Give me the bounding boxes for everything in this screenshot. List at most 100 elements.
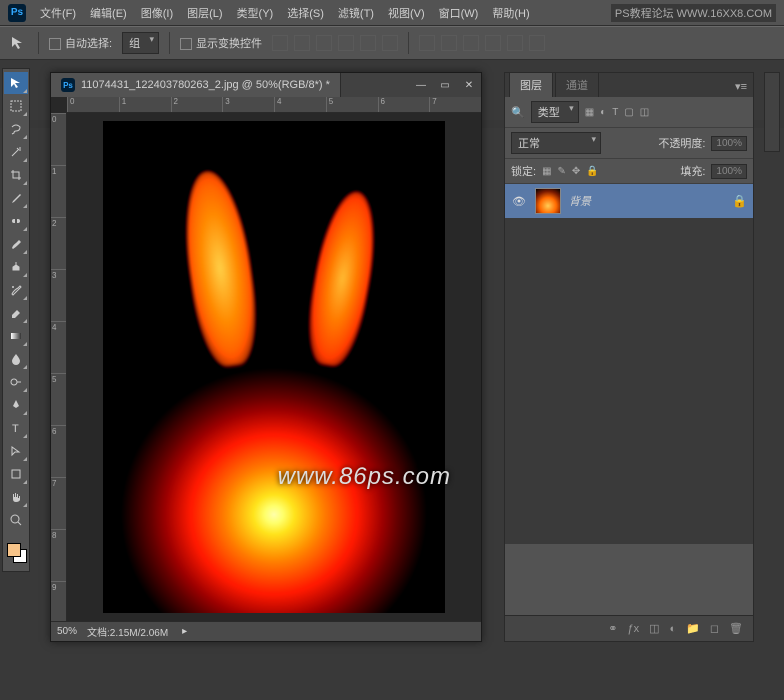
flame-artwork xyxy=(103,121,445,613)
align-icon[interactable] xyxy=(382,35,398,51)
tab-channels[interactable]: 通道 xyxy=(555,72,599,97)
menu-filter[interactable]: 滤镜(T) xyxy=(338,5,374,21)
close-icon[interactable]: ✕ xyxy=(457,75,481,95)
zoom-tool[interactable] xyxy=(4,509,28,531)
group-icon[interactable]: 📁 xyxy=(686,622,700,635)
menu-edit[interactable]: 编辑(E) xyxy=(90,5,127,21)
zoom-level[interactable]: 50% xyxy=(57,626,77,637)
align-buttons xyxy=(272,35,398,51)
fill-value[interactable]: 100% xyxy=(711,164,747,179)
type-tool[interactable]: T xyxy=(4,417,28,439)
visibility-icon[interactable]: 👁 xyxy=(511,195,527,208)
collapsed-panels[interactable] xyxy=(764,72,780,152)
layer-filter-row: 🔍 类型 ▦ ◐ T ▢ ◫ xyxy=(505,97,753,128)
healing-tool[interactable] xyxy=(4,210,28,232)
work-area: T Ps 11074431_122403780263_2.jpg @ 50%(R… xyxy=(0,60,784,700)
options-bar: 自动选择: 组 显示变换控件 xyxy=(0,26,784,60)
lock-label: 锁定: xyxy=(511,163,536,179)
blur-tool[interactable] xyxy=(4,348,28,370)
layer-list: 👁 背景 🔒 xyxy=(505,184,753,544)
chevron-right-icon[interactable]: ▸ xyxy=(182,626,187,637)
dodge-tool[interactable] xyxy=(4,371,28,393)
link-layers-icon[interactable]: ⚭ xyxy=(608,622,617,635)
menu-window[interactable]: 窗口(W) xyxy=(439,5,479,21)
move-tool[interactable] xyxy=(4,72,28,94)
filter-type-icon[interactable]: T xyxy=(612,107,618,118)
hand-tool[interactable] xyxy=(4,486,28,508)
minimize-icon[interactable]: — xyxy=(409,75,433,95)
distribute-icon[interactable] xyxy=(507,35,523,51)
menu-view[interactable]: 视图(V) xyxy=(388,5,425,21)
marquee-tool[interactable] xyxy=(4,95,28,117)
menu-select[interactable]: 选择(S) xyxy=(287,5,324,21)
menu-image[interactable]: 图像(I) xyxy=(141,5,173,21)
auto-select-dropdown[interactable]: 组 xyxy=(122,32,159,54)
filter-pixel-icon[interactable]: ▦ xyxy=(585,107,594,118)
distribute-icon[interactable] xyxy=(419,35,435,51)
delete-layer-icon[interactable]: 🗑 xyxy=(729,622,743,635)
shape-tool[interactable] xyxy=(4,463,28,485)
pen-tool[interactable] xyxy=(4,394,28,416)
align-icon[interactable] xyxy=(360,35,376,51)
filter-kind-dropdown[interactable]: 类型 xyxy=(531,101,579,123)
ruler-horizontal: 01234567 xyxy=(67,97,481,113)
crop-tool[interactable] xyxy=(4,164,28,186)
ruler-vertical: 0123456789 xyxy=(51,113,67,621)
opacity-value[interactable]: 100% xyxy=(711,136,747,151)
layer-name[interactable]: 背景 xyxy=(569,193,591,209)
lock-transparent-icon[interactable]: ▦ xyxy=(542,166,551,177)
panel-footer: ⚭ ƒx ◫ ◐ 📁 ◻ 🗑 xyxy=(505,615,753,641)
image-content xyxy=(103,121,445,613)
layer-row[interactable]: 👁 背景 🔒 xyxy=(505,184,753,218)
lock-all-icon[interactable]: 🔒 xyxy=(586,166,598,177)
lock-pixels-icon[interactable]: ✎ xyxy=(558,166,566,177)
new-layer-icon[interactable]: ◻ xyxy=(710,622,719,635)
lasso-tool[interactable] xyxy=(4,118,28,140)
tab-layers[interactable]: 图层 xyxy=(509,72,553,97)
lock-icon: 🔒 xyxy=(732,194,747,208)
distribute-icon[interactable] xyxy=(529,35,545,51)
filter-smart-icon[interactable]: ◫ xyxy=(640,107,649,118)
distribute-icon[interactable] xyxy=(485,35,501,51)
blend-mode-dropdown[interactable]: 正常 xyxy=(511,132,601,154)
tools-panel: T xyxy=(2,68,30,572)
doc-tab[interactable]: Ps 11074431_122403780263_2.jpg @ 50%(RGB… xyxy=(51,73,341,97)
history-brush-tool[interactable] xyxy=(4,279,28,301)
document-window: Ps 11074431_122403780263_2.jpg @ 50%(RGB… xyxy=(50,72,482,642)
lock-position-icon[interactable]: ✥ xyxy=(572,166,580,177)
align-icon[interactable] xyxy=(338,35,354,51)
auto-select-checkbox[interactable]: 自动选择: xyxy=(49,35,112,51)
adjustment-layer-icon[interactable]: ◐ xyxy=(670,623,677,635)
menu-file[interactable]: 文件(F) xyxy=(40,5,76,21)
maximize-icon[interactable]: ▭ xyxy=(433,75,457,95)
layer-fx-icon[interactable]: ƒx xyxy=(628,623,640,635)
eyedropper-tool[interactable] xyxy=(4,187,28,209)
layer-thumbnail[interactable] xyxy=(535,188,561,214)
filter-shape-icon[interactable]: ▢ xyxy=(624,107,633,118)
menu-help[interactable]: 帮助(H) xyxy=(492,5,529,21)
magic-wand-tool[interactable] xyxy=(4,141,28,163)
gradient-tool[interactable] xyxy=(4,325,28,347)
align-icon[interactable] xyxy=(316,35,332,51)
layer-mask-icon[interactable]: ◫ xyxy=(649,622,659,635)
menu-layer[interactable]: 图层(L) xyxy=(187,5,222,21)
menu-type[interactable]: 类型(Y) xyxy=(237,5,274,21)
distribute-icon[interactable] xyxy=(463,35,479,51)
path-select-tool[interactable] xyxy=(4,440,28,462)
align-icon[interactable] xyxy=(294,35,310,51)
fg-color[interactable] xyxy=(7,543,21,557)
distribute-icon[interactable] xyxy=(441,35,457,51)
panel-menu-icon[interactable]: ▾≡ xyxy=(729,76,753,97)
fill-label: 填充: xyxy=(680,163,705,179)
search-icon[interactable]: 🔍 xyxy=(511,106,525,119)
filter-adjust-icon[interactable]: ◐ xyxy=(600,107,606,118)
doc-tab-bar: Ps 11074431_122403780263_2.jpg @ 50%(RGB… xyxy=(51,73,481,97)
eraser-tool[interactable] xyxy=(4,302,28,324)
align-icon[interactable] xyxy=(272,35,288,51)
clone-stamp-tool[interactable] xyxy=(4,256,28,278)
brush-tool[interactable] xyxy=(4,233,28,255)
canvas[interactable]: www.86ps.com xyxy=(67,113,481,621)
color-swatches[interactable] xyxy=(3,537,29,569)
doc-size[interactable]: 文档:2.15M/2.06M xyxy=(87,624,168,639)
show-transform-checkbox[interactable]: 显示变换控件 xyxy=(180,35,262,51)
